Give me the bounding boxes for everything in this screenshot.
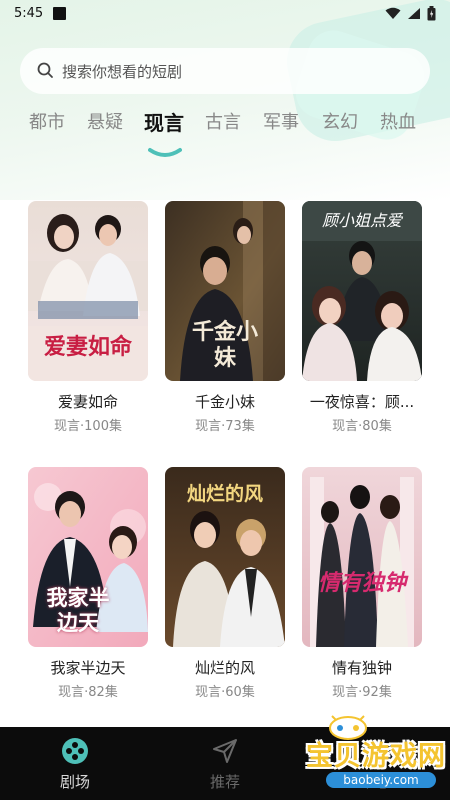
drama-card[interactable]: 我家半边天 我家半边天 现言·82集: [28, 467, 148, 700]
send-arrow-icon: [213, 739, 237, 763]
battery-icon: [427, 5, 436, 20]
drama-meta: 现言·60集: [195, 685, 255, 700]
drama-poster[interactable]: 情有独钟: [302, 467, 422, 647]
poster-title: 千金小妹: [191, 319, 258, 371]
tab-guyan[interactable]: 古言: [205, 108, 241, 134]
drama-poster[interactable]: 灿烂的风: [165, 467, 285, 647]
poster-title: 爱妻如命: [43, 334, 132, 360]
wifi-icon: [385, 7, 401, 19]
drama-poster[interactable]: 千金小妹: [165, 201, 285, 381]
tab-xianyan[interactable]: 现言: [144, 107, 184, 136]
search-placeholder: 搜索你想看的短剧: [62, 62, 183, 81]
drama-title[interactable]: 一夜惊喜：顾...: [298, 391, 426, 412]
poster-title: 顾小姐点爱: [321, 211, 402, 230]
tab-xuanyi[interactable]: 悬疑: [87, 108, 123, 134]
tab-dushi[interactable]: 都市: [29, 108, 65, 134]
poster-title: 灿烂的风: [186, 483, 263, 505]
search-bar[interactable]: 搜索你想看的短剧: [20, 48, 430, 94]
site-watermark: 宝贝游戏网 baobeiy.com: [280, 712, 450, 800]
drama-poster[interactable]: 爱妻如命: [28, 201, 148, 381]
header-background: [0, 0, 450, 200]
tab-xuanhuan[interactable]: 玄幻: [322, 108, 358, 134]
drama-title[interactable]: 爱妻如命: [24, 391, 152, 412]
active-tab-indicator: [148, 148, 182, 157]
status-icons: [385, 5, 436, 21]
drama-card[interactable]: 情有独钟 情有独钟 现言·92集: [302, 467, 422, 700]
poster-title: 我家半边天: [46, 585, 110, 635]
tab-rexue[interactable]: 热血: [380, 108, 416, 134]
nav-item-theater[interactable]: 剧场: [25, 727, 125, 800]
film-reel-icon: [62, 738, 88, 764]
nav-label: 推荐: [209, 773, 240, 791]
drama-card[interactable]: 灿烂的风 灿烂的风 现言·60集: [165, 467, 285, 700]
drama-poster[interactable]: 顾小姐点爱: [302, 201, 422, 381]
search-icon: [37, 62, 53, 78]
drama-meta: 现言·73集: [195, 419, 255, 434]
watermark-text: 宝贝游戏网: [306, 741, 446, 772]
drama-title[interactable]: 我家半边天: [24, 657, 152, 678]
drama-title[interactable]: 情有独钟: [298, 657, 426, 678]
drama-title[interactable]: 千金小妹: [161, 391, 289, 412]
tab-junshi[interactable]: 军事: [263, 108, 299, 134]
watermark-url: baobeiy.com: [326, 772, 436, 788]
signal-icon: [408, 7, 420, 19]
drama-poster[interactable]: 我家半边天: [28, 467, 148, 647]
nav-label: 剧场: [59, 773, 90, 791]
drama-card[interactable]: 千金小妹 千金小妹 现言·73集: [165, 201, 285, 434]
poster-title: 情有独钟: [317, 570, 406, 596]
drama-card[interactable]: 顾小姐点爱 一夜惊喜：顾... 现言·80集: [302, 201, 422, 434]
nav-item-recommend[interactable]: 推荐: [175, 727, 275, 800]
drama-meta: 现言·80集: [332, 419, 392, 434]
drama-meta: 现言·100集: [54, 419, 122, 434]
status-time: 5:45: [14, 5, 44, 21]
drama-meta: 现言·82集: [58, 685, 118, 700]
category-tabs: 都市 悬疑 现言 古言 军事 玄幻 热血: [0, 108, 450, 138]
drama-title[interactable]: 灿烂的风: [161, 657, 289, 678]
notification-icon: [53, 6, 67, 20]
drama-card[interactable]: 爱妻如命 爱妻如命 现言·100集: [28, 201, 148, 434]
status-bar: 5:45: [0, 0, 450, 26]
drama-meta: 现言·92集: [332, 685, 392, 700]
